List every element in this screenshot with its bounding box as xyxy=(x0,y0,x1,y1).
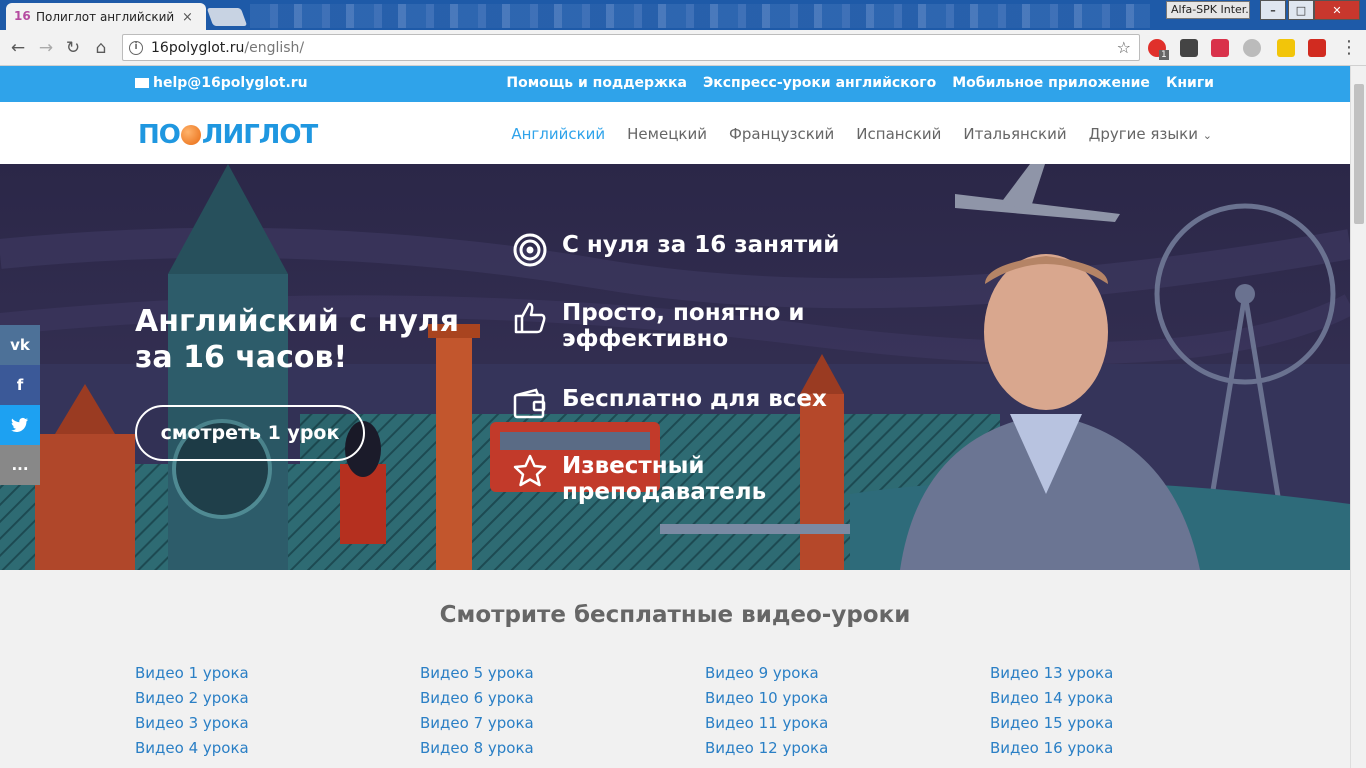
lesson-link[interactable]: Видео 11 урока xyxy=(705,714,990,733)
extension-badge: 1 xyxy=(1159,50,1169,60)
more-share-button[interactable]: ... xyxy=(0,445,40,485)
lesson-link[interactable]: Видео 7 урока xyxy=(420,714,705,733)
link-books[interactable]: Книги xyxy=(1166,75,1214,91)
lesson-link[interactable]: Видео 14 урока xyxy=(990,689,1275,708)
info-icon[interactable]: i xyxy=(129,40,143,55)
address-bar[interactable]: i 16polyglot.ru/english/ ☆ xyxy=(122,34,1140,61)
nav-other-languages[interactable]: Другие языки ⌄ xyxy=(1089,125,1212,143)
background-tabs-strip[interactable] xyxy=(250,4,1150,28)
nav-german[interactable]: Немецкий xyxy=(627,125,707,143)
feature-item: Бесплатно для всех xyxy=(512,386,862,422)
lesson-link[interactable]: Видео 6 урока xyxy=(420,689,705,708)
social-share-bar: vk f ... xyxy=(0,325,40,485)
menu-icon[interactable]: ⋮ xyxy=(1340,37,1358,58)
home-icon[interactable]: ⌂ xyxy=(91,38,111,58)
tab-close-icon[interactable]: × xyxy=(182,10,193,25)
link-mobile-app[interactable]: Мобильное приложение xyxy=(952,75,1150,91)
browser-titlebar: 16 Полиглот английский за 16 × Alfa-SPK … xyxy=(0,0,1366,31)
feature-item: С нуля за 16 занятий xyxy=(512,232,862,268)
minimize-window-button[interactable]: – xyxy=(1260,0,1286,20)
profile-label[interactable]: Alfa-SPK Inter... xyxy=(1166,1,1250,19)
lesson-link[interactable]: Видео 15 урока xyxy=(990,714,1275,733)
mail-icon xyxy=(135,78,149,88)
forward-icon[interactable]: → xyxy=(36,38,56,58)
nav-french[interactable]: Французский xyxy=(729,125,834,143)
hero-banner: Английский с нуля за 16 часов! смотреть … xyxy=(0,164,1350,570)
logo-text-left: ПО xyxy=(138,120,181,150)
lessons-section-title: Смотрите бесплатные видео-уроки xyxy=(439,602,911,628)
target-icon xyxy=(513,233,547,267)
lesson-link[interactable]: Видео 9 урока xyxy=(705,664,990,683)
back-icon[interactable]: ← xyxy=(8,38,28,58)
scrollbar-thumb[interactable] xyxy=(1354,84,1364,224)
tab-active[interactable]: 16 Полиглот английский за 16 × xyxy=(6,3,206,31)
twitter-share-button[interactable] xyxy=(0,405,40,445)
chevron-down-icon: ⌄ xyxy=(1202,129,1212,142)
twitter-icon xyxy=(11,417,28,432)
topbar-links: Помощь и поддержка Экспресс-уроки англий… xyxy=(506,75,1214,91)
lesson-link[interactable]: Видео 1 урока xyxy=(135,664,420,683)
extension-gear-icon[interactable] xyxy=(1243,39,1261,57)
lesson-link[interactable]: Видео 13 урока xyxy=(990,664,1275,683)
watch-lesson-button[interactable]: смотреть 1 урок xyxy=(135,405,365,461)
main-nav: Английский Немецкий Французский Испански… xyxy=(511,125,1212,143)
email-text: help@16polyglot.ru xyxy=(153,75,308,91)
feature-text: Известный преподаватель xyxy=(562,453,767,505)
page-scrollbar[interactable] xyxy=(1350,66,1366,768)
lessons-grid: Видео 1 урока Видео 5 урока Видео 9 урок… xyxy=(135,664,1215,758)
browser-toolbar: ← → ↻ ⌂ i 16polyglot.ru/english/ ☆ 1 ⋮ xyxy=(0,30,1366,66)
site-header: ПО ЛИГЛОТ Английский Немецкий Французски… xyxy=(0,102,1350,164)
extension-yandex-icon[interactable] xyxy=(1277,39,1295,57)
feature-text: С нуля за 16 занятий xyxy=(562,232,840,258)
url-host: 16polyglot.ru xyxy=(151,39,245,56)
lesson-link[interactable]: Видео 4 урока xyxy=(135,739,420,758)
feature-text: Просто, понятно и эффективно xyxy=(562,300,805,352)
link-express-lessons[interactable]: Экспресс-уроки английского xyxy=(703,75,936,91)
wallet-icon xyxy=(513,388,546,419)
hero-title: Английский с нуля за 16 часов! xyxy=(135,304,460,375)
lesson-link[interactable]: Видео 12 урока xyxy=(705,739,990,758)
lesson-link[interactable]: Видео 10 урока xyxy=(705,689,990,708)
site-favicon-icon: 16 xyxy=(14,9,31,23)
facebook-share-button[interactable]: f xyxy=(0,365,40,405)
link-help[interactable]: Помощь и поддержка xyxy=(506,75,687,91)
bookmark-star-icon[interactable]: ☆ xyxy=(1117,38,1131,57)
url-text[interactable]: 16polyglot.ru/english/ xyxy=(151,40,304,56)
feature-text: Бесплатно для всех xyxy=(562,386,827,412)
tab-title: Полиглот английский за 16 xyxy=(36,10,176,24)
logo-text-right: ЛИГЛОТ xyxy=(201,120,318,150)
maximize-window-button[interactable]: □ xyxy=(1288,0,1314,20)
nav-other-label: Другие языки xyxy=(1088,125,1198,143)
extension-pocket-icon[interactable] xyxy=(1211,39,1229,57)
new-tab-button[interactable] xyxy=(206,8,248,26)
vk-share-button[interactable]: vk xyxy=(0,325,40,365)
lesson-link[interactable]: Видео 8 урока xyxy=(420,739,705,758)
lesson-link[interactable]: Видео 3 урока xyxy=(135,714,420,733)
site-logo[interactable]: ПО ЛИГЛОТ xyxy=(138,120,318,150)
page: help@16polyglot.ru Помощь и поддержка Эк… xyxy=(0,66,1350,768)
email-link[interactable]: help@16polyglot.ru xyxy=(135,75,308,91)
feature-item: Просто, понятно и эффективно xyxy=(512,300,862,352)
lesson-link[interactable]: Видео 16 урока xyxy=(990,739,1275,758)
close-window-button[interactable]: ✕ xyxy=(1314,0,1360,20)
lesson-link[interactable]: Видео 5 урока xyxy=(420,664,705,683)
star-icon xyxy=(513,454,547,487)
nav-english[interactable]: Английский xyxy=(511,125,605,143)
reload-icon[interactable]: ↻ xyxy=(63,38,83,58)
topbar: help@16polyglot.ru Помощь и поддержка Эк… xyxy=(0,66,1350,102)
feature-item: Известный преподаватель xyxy=(512,453,862,505)
thumbs-up-icon xyxy=(514,302,546,334)
logo-globe-icon xyxy=(180,125,201,145)
extension-book-icon[interactable] xyxy=(1308,39,1326,57)
extension-ghost-icon[interactable] xyxy=(1180,39,1198,57)
nav-spanish[interactable]: Испанский xyxy=(856,125,941,143)
url-path: /english/ xyxy=(244,39,305,56)
nav-italian[interactable]: Итальянский xyxy=(963,125,1066,143)
lesson-link[interactable]: Видео 2 урока xyxy=(135,689,420,708)
